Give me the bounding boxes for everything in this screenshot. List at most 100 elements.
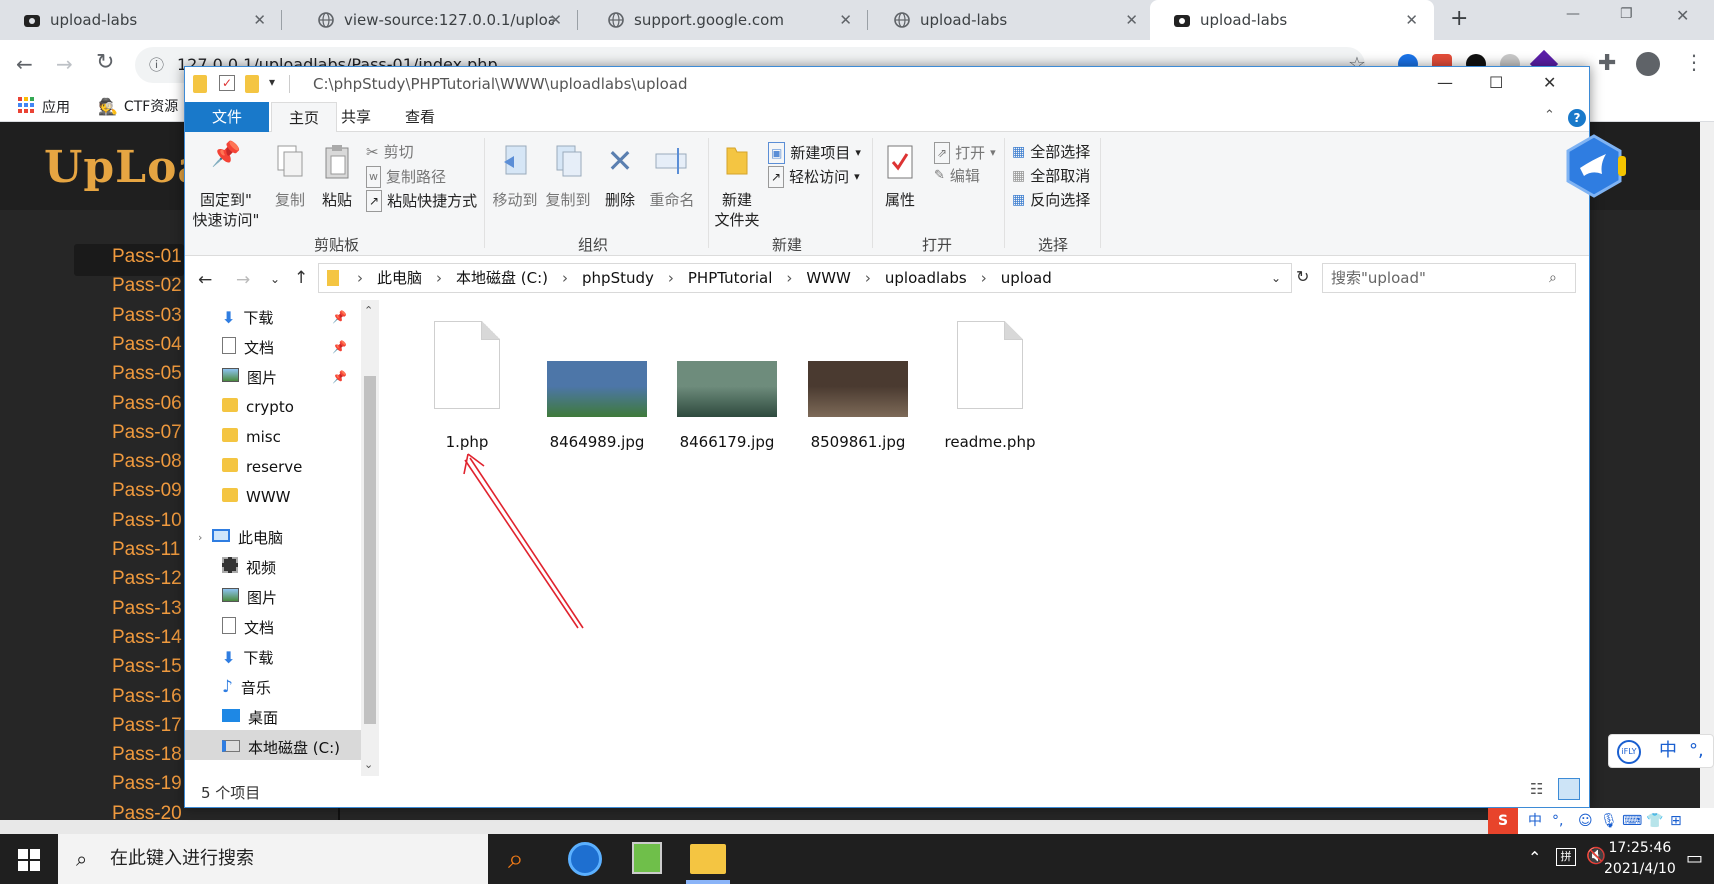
scroll-up-icon[interactable]: ⌃ [364,304,373,317]
pin-quick-access-button[interactable]: 📌 固定到" 快速访问" [190,142,262,230]
pass-link[interactable]: Pass-19 [112,773,182,795]
ribbon-tab-file[interactable]: 文件 [185,102,269,132]
pass-link[interactable]: Pass-15 [112,656,182,678]
restore-icon[interactable]: ❐ [1620,6,1633,22]
explorer-address-bar[interactable]: › 此电脑 › 本地磁盘 (C:) › phpStudy › PHPTutori… [318,263,1292,293]
pass-link[interactable]: Pass-12 [112,568,182,590]
toolbox-icon[interactable]: ⊞ [1670,808,1682,834]
collapse-ribbon-icon[interactable]: ⌃ [1544,108,1555,123]
menu-kebab-icon[interactable]: ⋮ [1684,50,1704,74]
extensions-puzzle-icon[interactable]: ✚ [1598,51,1616,76]
up-arrow-icon[interactable]: ↑ [294,268,308,288]
close-window-icon[interactable]: ✕ [1543,73,1556,92]
floating-bird-widget-icon[interactable] [1562,134,1626,198]
profile-avatar-icon[interactable] [1636,52,1660,76]
taskbar-clock[interactable]: 17:25:46 2021/4/10 [1604,838,1676,880]
reload-icon[interactable]: ↻ [96,50,114,75]
breadcrumb-www[interactable]: WWW [806,264,851,292]
sogou-ime-bar[interactable]: S 中 °, ☺ 🎙 ⌨ 👕 ⊞ [1488,808,1714,834]
file-explorer-taskbar-icon[interactable] [690,844,726,874]
pass-link[interactable]: Pass-07 [112,422,182,444]
nav-item[interactable]: crypto [222,393,294,421]
file-item[interactable]: 8509861.jpg [803,321,913,461]
nav-item[interactable]: ♪ 音乐 [222,673,271,701]
pass-link[interactable]: Pass-16 [112,686,182,708]
pass-link[interactable]: Pass-02 [112,275,182,297]
forward-arrow-icon[interactable]: → [56,52,73,76]
scroll-down-icon[interactable]: ⌄ [364,758,373,771]
windows-start-icon[interactable] [18,849,40,875]
breadcrumb-this-pc[interactable]: 此电脑 [377,264,422,292]
tab-upload-labs-2[interactable]: upload-labs ✕ [870,0,1154,40]
tab-upload-labs-1[interactable]: upload-labs ✕ [0,0,282,40]
nav-item[interactable]: 视频 [222,553,276,581]
maximize-icon[interactable]: ☐ [1489,73,1503,92]
nav-item[interactable]: 此电脑 › [198,523,283,551]
explorer-search-input[interactable]: 搜索"upload" ⌕ [1322,263,1576,293]
page-horizontal-scrollbar[interactable] [0,820,1714,834]
cut-button[interactable]: ✂ 剪切 [366,142,414,162]
breadcrumb-phpstudy[interactable]: phpStudy [582,264,654,292]
breadcrumb-phptutorial[interactable]: PHPTutorial [688,264,773,292]
ifly-input-toolbar[interactable]: iFLY 中 °, [1608,734,1714,768]
close-tab-icon[interactable]: ✕ [839,11,852,29]
select-none-button[interactable]: ▦ 全部取消 [1012,166,1090,186]
refresh-icon[interactable]: ↻ [1296,267,1309,286]
nav-item[interactable]: misc [222,423,281,451]
pass-link[interactable]: Pass-09 [112,480,182,502]
copy-button[interactable]: 复制 [266,144,314,210]
nav-scroll-thumb[interactable] [364,376,376,724]
back-arrow-icon[interactable]: ← [198,270,212,290]
file-item[interactable]: 8466179.jpg [672,321,782,461]
invert-selection-button[interactable]: ▦ 反向选择 [1012,190,1090,210]
properties-quick-icon[interactable]: ✓ [219,75,235,91]
close-tab-icon[interactable]: ✕ [549,11,562,29]
copy-to-button[interactable]: 复制到 [540,144,596,210]
breadcrumb-upload[interactable]: upload [1001,264,1052,292]
tray-expand-icon[interactable]: ⌃ [1528,848,1541,867]
copy-path-button[interactable]: w 复制路径 [366,166,446,188]
tab-view-source[interactable]: view-source:127.0.0.1/uploa ✕ [294,0,578,40]
ribbon-tab-view[interactable]: 查看 [390,102,450,132]
easy-access-button[interactable]: ↗ 轻松访问 ▾ [768,166,860,188]
pass-link[interactable]: Pass-13 [112,598,182,620]
nav-item[interactable]: 本地磁盘 (C:) [222,733,340,761]
close-tab-icon[interactable]: ✕ [1125,11,1138,29]
breadcrumb-drive-c[interactable]: 本地磁盘 (C:) [456,264,548,292]
notepad-app-icon[interactable] [632,842,662,874]
select-all-button[interactable]: ▦ 全部选择 [1012,142,1090,162]
rename-button[interactable]: 重命名 [644,144,700,210]
address-dropdown-icon[interactable]: ⌄ [1271,264,1281,292]
file-item[interactable]: 1.php [412,321,522,461]
tab-upload-labs-active[interactable]: upload-labs ✕ [1150,0,1434,40]
new-item-button[interactable]: ▣ 新建项目 ▾ [768,142,861,164]
keyboard-icon[interactable]: ⌨ [1622,808,1642,834]
pass-link[interactable]: Pass-14 [112,627,182,649]
large-icons-view-icon[interactable] [1558,778,1580,800]
pushpin-icon[interactable]: 📌 [332,310,347,324]
paste-button[interactable]: 粘贴 [314,144,360,210]
close-tab-icon[interactable]: ✕ [253,11,266,29]
pass-link[interactable]: Pass-05 [112,363,182,385]
nav-item[interactable]: 图片 [222,583,277,611]
page-vertical-scrollbar[interactable] [1700,122,1714,834]
new-folder-quick-icon[interactable] [245,75,259,93]
new-folder-button[interactable]: 新建 文件夹 [712,144,762,230]
pass-link[interactable]: Pass-10 [112,510,182,532]
pass-link[interactable]: Pass-01 [112,246,182,268]
minimize-icon[interactable]: — [1437,73,1453,92]
bookmark-ctf[interactable]: 🕵 CTF资源 [98,96,178,116]
move-to-button[interactable]: 移动到 [490,144,540,210]
forward-arrow-icon[interactable]: → [236,270,250,290]
nav-item[interactable]: 文档 📌 [222,333,347,361]
delete-button[interactable]: ✕ 删除 [600,144,640,210]
bookmark-apps[interactable]: 应用 [18,97,70,117]
pass-link[interactable]: Pass-08 [112,451,182,473]
notification-icon[interactable]: ▭ [1686,848,1703,869]
pushpin-icon[interactable]: 📌 [332,340,347,354]
breadcrumb-uploadlabs[interactable]: uploadlabs [885,264,967,292]
recent-locations-dropdown-icon[interactable]: ⌄ [270,272,280,286]
quick-access-dropdown-icon[interactable]: ▾ [269,75,275,89]
volume-muted-icon[interactable]: 🔇 [1586,846,1606,865]
pass-link[interactable]: Pass-04 [112,334,182,356]
